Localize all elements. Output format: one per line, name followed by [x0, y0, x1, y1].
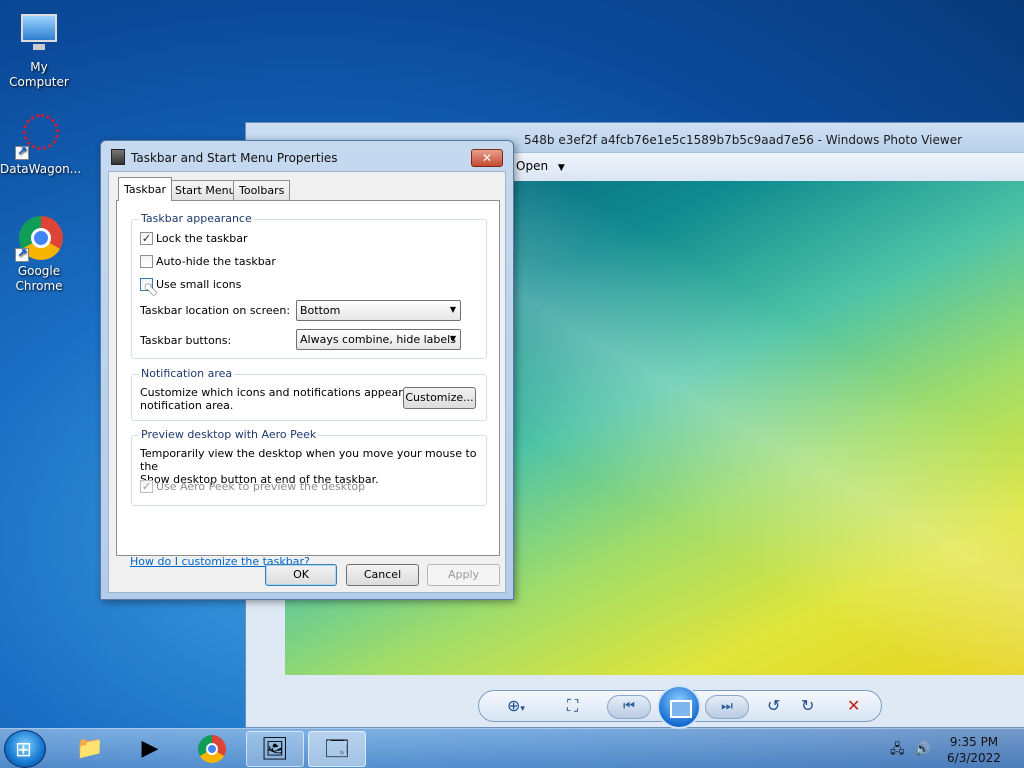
- volume-icon[interactable]: 🔊: [915, 742, 931, 757]
- shortcut-arrow-icon: [15, 246, 29, 262]
- tab-start-menu[interactable]: Start Menu: [169, 180, 242, 200]
- desktop-icon-google-chrome[interactable]: Google Chrome: [0, 214, 78, 294]
- aero-peek-row: ✓ Use Aero Peek to preview the desktop: [140, 480, 365, 493]
- chrome-icon: [198, 735, 226, 763]
- dialog-title: Taskbar and Start Menu Properties: [131, 151, 338, 165]
- close-icon: ✕: [481, 151, 493, 165]
- group-label: Taskbar appearance: [139, 212, 254, 225]
- chevron-down-icon: ▼: [449, 334, 456, 343]
- clock-date: 6/3/2022: [947, 751, 1001, 765]
- shortcut-arrow-icon: [15, 144, 29, 160]
- lock-taskbar-label: Lock the taskbar: [156, 232, 248, 245]
- aero-peek-checkbox[interactable]: ✓: [140, 480, 153, 493]
- chrome-icon: [15, 214, 63, 262]
- location-label: Taskbar location on screen:: [140, 304, 291, 317]
- previous-button[interactable]: ⏮: [607, 695, 651, 719]
- group-label: Notification area: [139, 367, 235, 380]
- taskbar-tab-panel: Taskbar appearance ✓ Lock the taskbar Au…: [116, 200, 500, 568]
- previous-icon: ⏮: [623, 699, 635, 714]
- tab-toolbars[interactable]: Toolbars: [233, 180, 291, 200]
- location-row: Taskbar location on screen:: [140, 304, 290, 317]
- open-menu[interactable]: Open ▼: [516, 159, 565, 173]
- apply-button[interactable]: Apply: [427, 564, 500, 586]
- desktop-icon-my-computer[interactable]: My Computer: [0, 10, 78, 90]
- autohide-checkbox[interactable]: [140, 255, 153, 268]
- aero-peek-group: Preview desktop with Aero Peek Temporari…: [131, 428, 487, 506]
- lock-taskbar-row: ✓ Lock the taskbar: [140, 232, 248, 245]
- ok-button[interactable]: OK: [265, 564, 337, 586]
- taskbar-properties-icon: [111, 149, 125, 165]
- desktop-icon-label: Google Chrome: [15, 264, 63, 293]
- tab-taskbar[interactable]: Taskbar: [118, 177, 172, 201]
- taskbar-properties-icon: 🗔: [325, 737, 349, 762]
- small-icons-label: Use small icons: [156, 278, 242, 291]
- start-button[interactable]: [4, 730, 46, 768]
- system-tray: 🖧 🔊: [890, 740, 931, 762]
- mouse-cursor-icon: ⬉: [143, 279, 159, 300]
- notification-text: Customize which icons and notifications …: [140, 386, 438, 412]
- close-button[interactable]: ✕: [471, 149, 503, 167]
- actual-size-icon[interactable]: ⛶: [567, 696, 578, 716]
- taskbar-properties[interactable]: 🗔: [308, 731, 366, 767]
- group-label: Preview desktop with Aero Peek: [139, 428, 319, 441]
- taskbar-photo-viewer[interactable]: 🖼: [246, 731, 304, 767]
- clock-time: 9:35 PM: [949, 735, 999, 749]
- lock-taskbar-checkbox[interactable]: ✓: [140, 232, 153, 245]
- photo-viewer-controls: ⊕▾ ⛶ ⏮ ⏭ ↺ ↻ ✕: [478, 685, 882, 729]
- zoom-icon[interactable]: ⊕▾: [507, 696, 525, 715]
- folder-icon: 📁: [76, 736, 104, 761]
- desktop-icon-label: DataWagon...: [0, 162, 82, 176]
- desktop-icon-label: My Computer: [9, 60, 69, 89]
- notification-area-group: Notification area Customize which icons …: [131, 367, 487, 421]
- buttons-label: Taskbar buttons:: [140, 334, 232, 347]
- aero-peek-label: Use Aero Peek to preview the desktop: [156, 480, 366, 493]
- buttons-select[interactable]: Always combine, hide labels ▼: [296, 329, 461, 350]
- datawagon-icon: [15, 112, 63, 160]
- computer-icon: [15, 10, 63, 58]
- taskbar-appearance-group: Taskbar appearance ✓ Lock the taskbar Au…: [131, 212, 487, 359]
- delete-icon[interactable]: ✕: [847, 696, 860, 715]
- media-player-icon: ▶: [141, 736, 159, 761]
- taskbar-properties-dialog[interactable]: Taskbar and Start Menu Properties ✕ Task…: [100, 140, 514, 600]
- taskbar: 📁 ▶ 🖼 🗔 🖧 🔊 9:35 PM 6/3/2022: [0, 728, 1024, 768]
- next-button[interactable]: ⏭: [705, 695, 749, 719]
- network-icon[interactable]: 🖧: [890, 742, 905, 757]
- cancel-button[interactable]: Cancel: [346, 564, 419, 586]
- location-select[interactable]: Bottom ▼: [296, 300, 461, 321]
- photo-viewer-icon: 🖼: [261, 737, 289, 762]
- slideshow-button[interactable]: [657, 685, 701, 729]
- chevron-down-icon: ▼: [557, 163, 565, 173]
- rotate-ccw-icon[interactable]: ↺: [767, 696, 780, 715]
- autohide-label: Auto-hide the taskbar: [156, 255, 276, 268]
- chevron-down-icon: ▼: [449, 305, 456, 314]
- taskbar-explorer[interactable]: 📁: [61, 731, 119, 767]
- customize-button[interactable]: Customize...: [403, 387, 476, 409]
- clock[interactable]: 9:35 PM 6/3/2022: [940, 734, 1008, 766]
- desktop-icon-datawagon[interactable]: DataWagon...: [0, 112, 82, 177]
- dialog-client: Taskbar Start Menu Toolbars Taskbar appe…: [108, 171, 506, 593]
- taskbar-media-player[interactable]: ▶: [121, 731, 179, 767]
- next-icon: ⏭: [721, 699, 733, 714]
- autohide-row: Auto-hide the taskbar: [140, 255, 276, 268]
- buttons-row: Taskbar buttons:: [140, 334, 231, 347]
- rotate-cw-icon[interactable]: ↻: [801, 696, 814, 715]
- taskbar-chrome[interactable]: [183, 731, 241, 767]
